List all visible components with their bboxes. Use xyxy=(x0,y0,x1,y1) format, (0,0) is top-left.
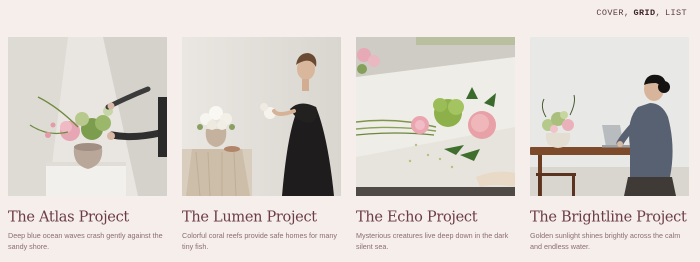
woman-at-laptop-image xyxy=(530,37,689,196)
view-option-cover[interactable]: COVER xyxy=(596,8,624,18)
flowers-on-table-image xyxy=(356,37,515,196)
separator: , xyxy=(623,8,630,18)
project-card[interactable]: The Echo Project Mysterious creatures li… xyxy=(356,37,515,252)
view-option-list[interactable]: LIST xyxy=(665,8,687,18)
separator: , xyxy=(655,8,661,18)
project-thumbnail[interactable] xyxy=(8,37,167,196)
project-thumbnail[interactable] xyxy=(530,37,689,196)
florist-arranging-flowers-image xyxy=(8,37,167,196)
project-thumbnail[interactable] xyxy=(182,37,341,196)
project-card[interactable]: The Lumen Project Colorful coral reefs p… xyxy=(182,37,341,252)
project-card[interactable]: The Brightline Project Golden sunlight s… xyxy=(530,37,689,252)
project-description: Colorful coral reefs provide safe homes … xyxy=(182,231,337,251)
view-switcher: COVER, GRID, LIST xyxy=(596,8,687,18)
project-card[interactable]: The Atlas Project Deep blue ocean waves … xyxy=(8,37,167,252)
project-description: Mysterious creatures live deep down in t… xyxy=(356,231,509,251)
project-title[interactable]: The Atlas Project xyxy=(8,209,167,226)
project-title[interactable]: The Brightline Project xyxy=(530,209,689,226)
project-title[interactable]: The Echo Project xyxy=(356,209,515,226)
woman-with-flowers-image xyxy=(182,37,341,196)
project-title[interactable]: The Lumen Project xyxy=(182,209,341,226)
project-description: Deep blue ocean waves crash gently again… xyxy=(8,231,163,251)
project-description: Golden sunlight shines brightly across t… xyxy=(530,231,681,251)
view-option-grid[interactable]: GRID xyxy=(633,8,655,18)
project-grid: The Atlas Project Deep blue ocean waves … xyxy=(8,37,692,252)
project-thumbnail[interactable] xyxy=(356,37,515,196)
